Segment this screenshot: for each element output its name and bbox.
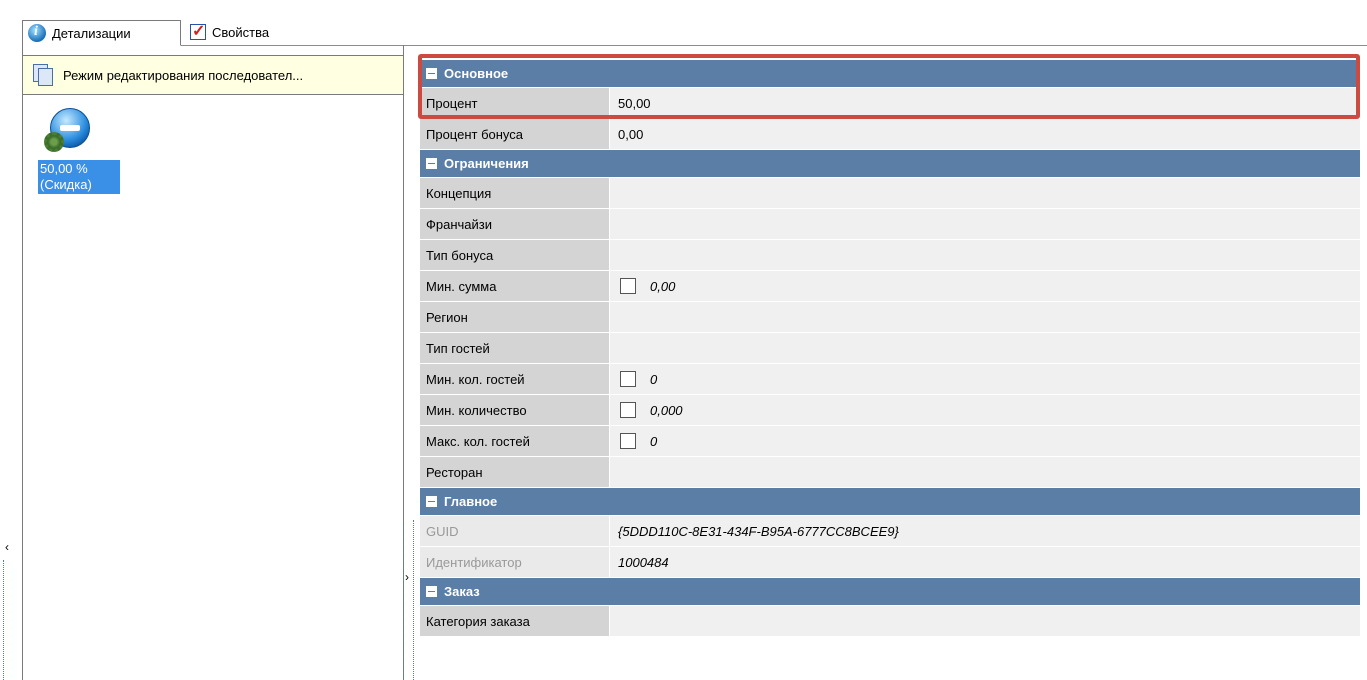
- tab-properties-label: Свойства: [212, 24, 270, 40]
- min-guests-checkbox[interactable]: [620, 371, 636, 387]
- category-title: Главное: [444, 494, 498, 509]
- min-quantity-checkbox[interactable]: [620, 402, 636, 418]
- category-title: Заказ: [444, 584, 480, 599]
- property-name: Идентификатор: [420, 547, 609, 577]
- property-value-text: 0: [650, 371, 658, 387]
- category-order[interactable]: Заказ: [420, 578, 1360, 606]
- tab-details-label: Детализации: [52, 25, 131, 41]
- node-percent: 50,00 %: [40, 161, 88, 176]
- property-value: {5DDD110C-8E31-434F-B95A-6777CC8BCEE9}: [609, 516, 1360, 546]
- property-name: Франчайзи: [420, 209, 609, 239]
- discount-gear-icon: [44, 108, 90, 154]
- expand-right-icon[interactable]: ›: [405, 570, 409, 584]
- splitter-dotted-guide: [413, 520, 414, 680]
- property-value: 1000484: [609, 547, 1360, 577]
- property-value[interactable]: 0: [609, 426, 1360, 456]
- property-value[interactable]: [609, 209, 1360, 239]
- property-row[interactable]: Регион: [420, 302, 1360, 333]
- property-name: Тип гостей: [420, 333, 609, 363]
- property-value[interactable]: [609, 606, 1360, 636]
- property-value[interactable]: [609, 302, 1360, 332]
- discount-node[interactable]: 50,00 % (Скидка): [38, 108, 120, 194]
- discount-node-label: 50,00 % (Скидка): [38, 160, 120, 194]
- collapse-left-icon[interactable]: ‹: [5, 540, 9, 554]
- property-row[interactable]: Категория заказа: [420, 606, 1360, 637]
- property-name: Процент бонуса: [420, 119, 609, 149]
- property-name: Концепция: [420, 178, 609, 208]
- property-row[interactable]: Макс. кол. гостей 0: [420, 426, 1360, 457]
- property-value[interactable]: 0,00: [609, 271, 1360, 301]
- property-row[interactable]: Мин. сумма 0,00: [420, 271, 1360, 302]
- collapse-icon[interactable]: [426, 496, 437, 507]
- property-row[interactable]: Мин. количество 0,000: [420, 395, 1360, 426]
- property-row[interactable]: Мин. кол. гостей 0: [420, 364, 1360, 395]
- property-value[interactable]: [609, 457, 1360, 487]
- property-name: Ресторан: [420, 457, 609, 487]
- property-row[interactable]: Ресторан: [420, 457, 1360, 488]
- property-name: Мин. кол. гостей: [420, 364, 609, 394]
- property-value-text: 0,000: [650, 402, 683, 418]
- property-row[interactable]: Тип бонуса: [420, 240, 1360, 271]
- property-value[interactable]: 0,00: [609, 119, 1360, 149]
- property-row[interactable]: GUID {5DDD110C-8E31-434F-B95A-6777CC8BCE…: [420, 516, 1360, 547]
- property-name: Регион: [420, 302, 609, 332]
- property-name: Категория заказа: [420, 606, 609, 636]
- property-grid: Основное Процент 50,00 Процент бонуса 0,…: [420, 60, 1360, 637]
- copy-pages-icon: [33, 64, 55, 86]
- property-name: Мин. сумма: [420, 271, 609, 301]
- details-pane: Режим редактирования последовател... 50,…: [22, 45, 404, 680]
- property-value[interactable]: 0,000: [609, 395, 1360, 425]
- tab-strip: Детализации Свойства: [22, 20, 1367, 46]
- category-limits[interactable]: Ограничения: [420, 150, 1360, 178]
- collapse-icon[interactable]: [426, 586, 437, 597]
- property-name: Мин. количество: [420, 395, 609, 425]
- tab-properties[interactable]: Свойства: [185, 20, 315, 44]
- property-name: GUID: [420, 516, 609, 546]
- property-name: Тип бонуса: [420, 240, 609, 270]
- property-value[interactable]: 0: [609, 364, 1360, 394]
- property-row[interactable]: Тип гостей: [420, 333, 1360, 364]
- property-value[interactable]: [609, 333, 1360, 363]
- info-icon: [28, 24, 46, 42]
- left-dotted-guide: [3, 560, 4, 680]
- edit-mode-banner[interactable]: Режим редактирования последовател...: [23, 55, 403, 95]
- node-type: (Скидка): [40, 177, 92, 192]
- min-sum-checkbox[interactable]: [620, 278, 636, 294]
- property-name: Макс. кол. гостей: [420, 426, 609, 456]
- property-value-text: 0: [650, 433, 658, 449]
- property-row[interactable]: Идентификатор 1000484: [420, 547, 1360, 578]
- highlight-frame: [418, 54, 1360, 119]
- max-guests-checkbox[interactable]: [620, 433, 636, 449]
- property-value[interactable]: [609, 178, 1360, 208]
- property-row[interactable]: Процент бонуса 0,00: [420, 119, 1360, 150]
- property-value-text: 0,00: [650, 278, 676, 294]
- collapse-icon[interactable]: [426, 158, 437, 169]
- tab-details[interactable]: Детализации: [22, 20, 181, 46]
- property-value[interactable]: [609, 240, 1360, 270]
- category-title: Ограничения: [444, 156, 529, 171]
- edit-mode-text: Режим редактирования последовател...: [63, 67, 304, 83]
- property-row[interactable]: Концепция: [420, 178, 1360, 209]
- category-general[interactable]: Главное: [420, 488, 1360, 516]
- properties-checkbox-icon: [190, 21, 206, 41]
- property-row[interactable]: Франчайзи: [420, 209, 1360, 240]
